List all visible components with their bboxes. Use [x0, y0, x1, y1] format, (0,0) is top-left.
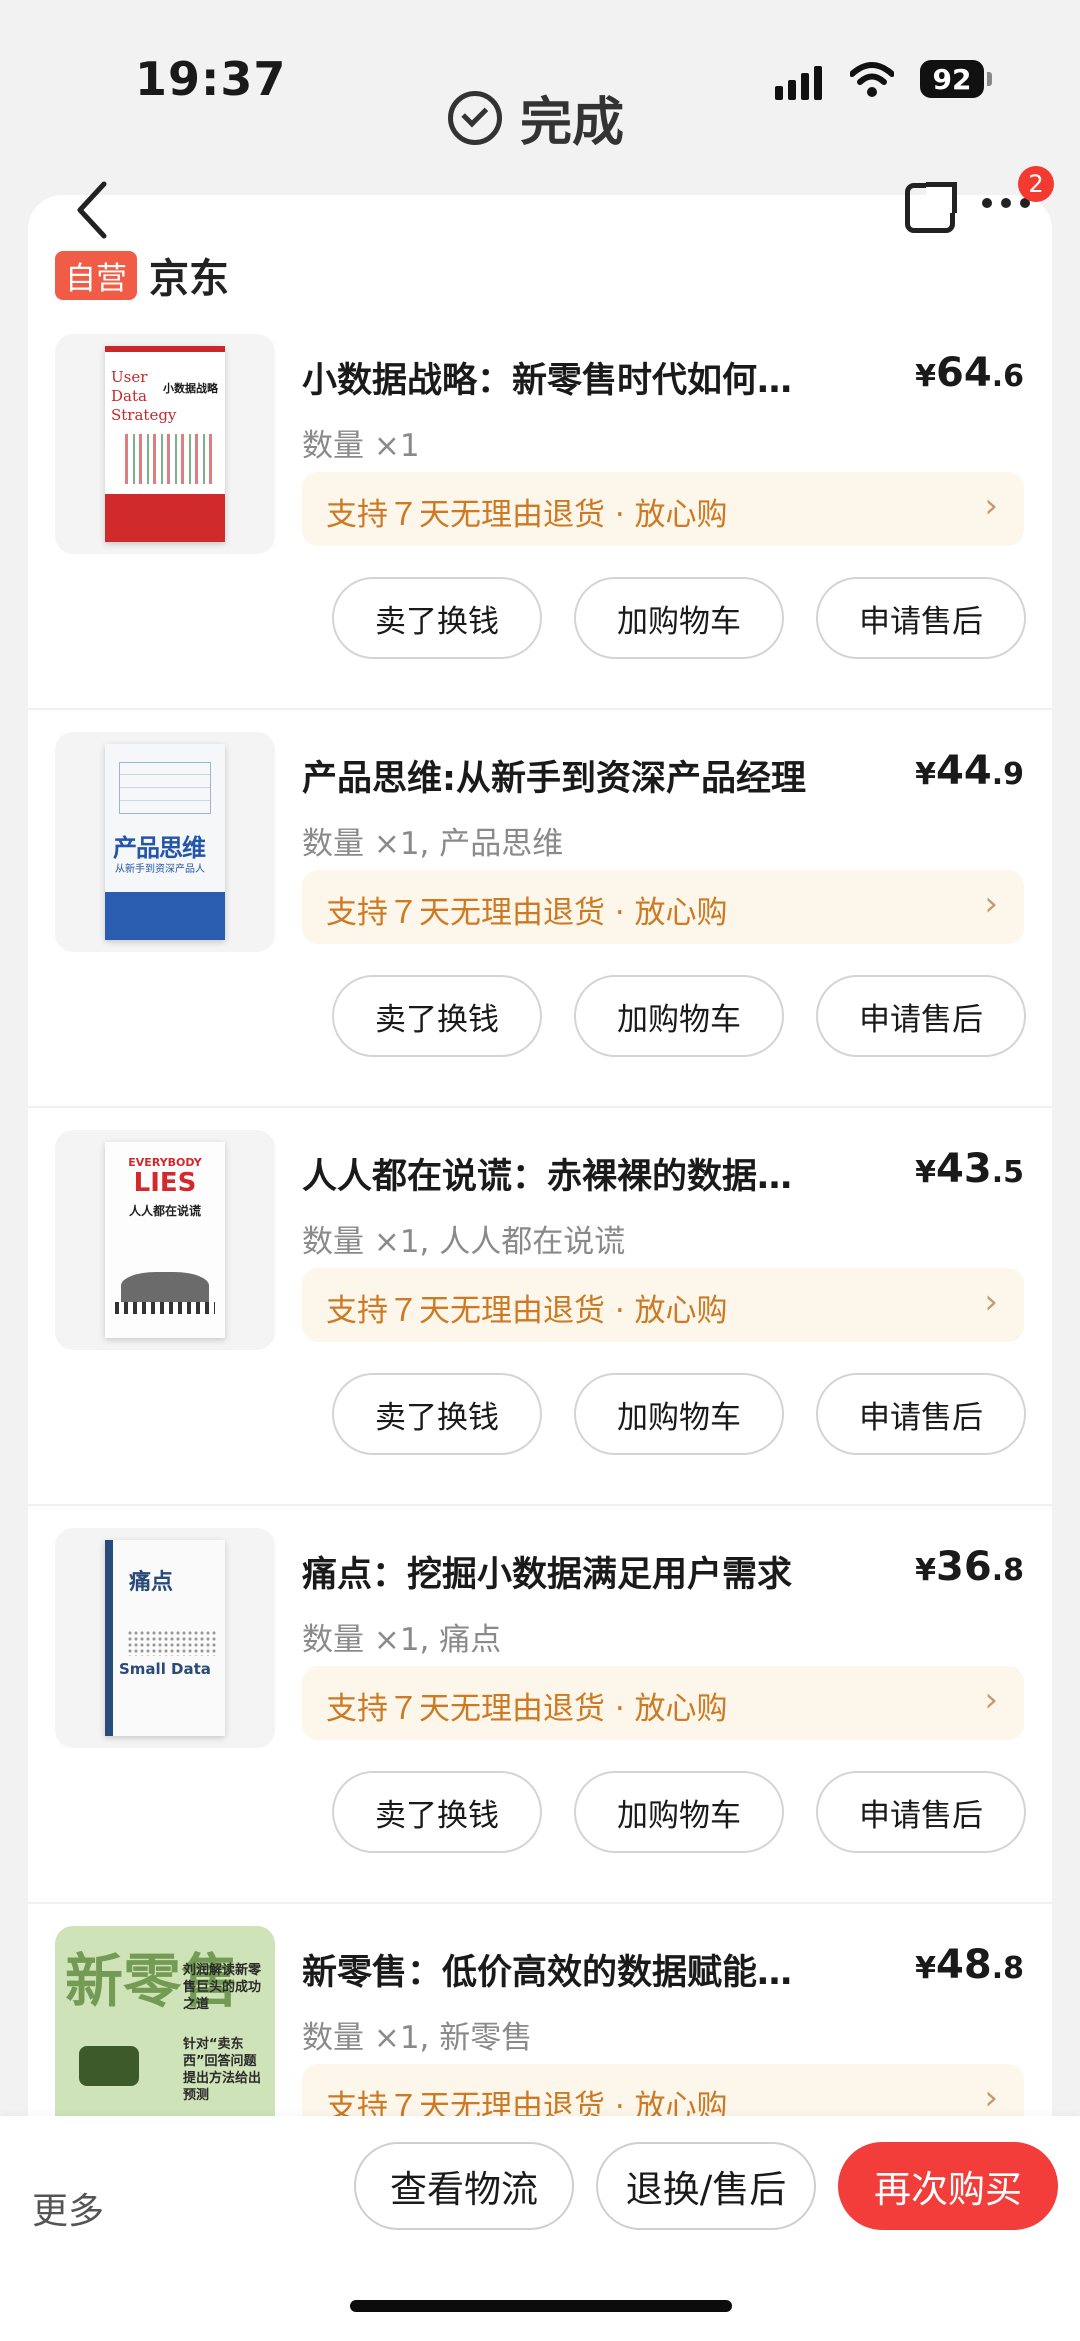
order-item: 痛点 Small Data 痛点：挖掘小数据满足用户需求 ¥36.8 数量 ×1… [28, 1506, 1052, 1904]
add-to-cart-button[interactable]: 加购物车 [574, 577, 784, 659]
product-thumbnail[interactable]: User Data Strategy 小数据战略 [55, 334, 275, 554]
check-circle-icon [448, 90, 502, 145]
more-icon[interactable] [982, 198, 1030, 208]
after-sales-button[interactable]: 申请售后 [816, 1373, 1026, 1455]
product-quantity: 数量 ×1, 新零售 [302, 2020, 533, 2056]
cover-title: 产品思维 [113, 834, 206, 862]
shop-header[interactable]: 自营 京东 [55, 246, 229, 304]
cover-text: 针对“卖东西”回答问题提出方法给出预测 [183, 2037, 262, 2103]
book-cover: 痛点 Small Data [105, 1540, 225, 1736]
return-policy-bar[interactable]: 支持７天无理由退货 · 放心购 › [302, 1666, 1024, 1740]
cover-title: 痛点 [129, 1569, 174, 1595]
add-to-cart-button[interactable]: 加购物车 [574, 1771, 784, 1853]
order-item: User Data Strategy 小数据战略 小数据战略：新零售时代如何… … [28, 312, 1052, 710]
product-thumbnail[interactable]: EVERYBODY LIES 人人都在说谎 [55, 1130, 275, 1350]
sell-button[interactable]: 卖了换钱 [332, 577, 542, 659]
product-quantity: 数量 ×1, 人人都在说谎 [302, 1224, 626, 1260]
price-decimal: .8 [991, 1553, 1024, 1588]
sell-button[interactable]: 卖了换钱 [332, 975, 542, 1057]
price-decimal: .6 [991, 359, 1024, 394]
price-currency: ¥ [915, 359, 937, 394]
cover-title: 人人都在说谎 [128, 1204, 201, 1218]
cover-text: 刘润解读新零售巨头的成功之道 [183, 1963, 262, 2012]
signal-icon [775, 64, 822, 100]
sell-button[interactable]: 卖了换钱 [332, 1771, 542, 1853]
book-cover: EVERYBODY LIES 人人都在说谎 [105, 1142, 225, 1338]
price-integer: 64 [936, 350, 992, 396]
book-cover: User Data Strategy 小数据战略 [105, 346, 225, 542]
return-policy-text: 支持７天无理由退货 · 放心购 [326, 895, 728, 931]
price-decimal: .9 [991, 757, 1024, 792]
product-thumbnail[interactable]: 痛点 Small Data [55, 1528, 275, 1748]
back-icon[interactable] [72, 180, 112, 240]
price-integer: 48 [936, 1942, 992, 1988]
after-sales-button[interactable]: 申请售后 [816, 577, 1026, 659]
buy-again-button[interactable]: 再次购买 [838, 2142, 1058, 2230]
return-policy-bar[interactable]: 支持７天无理由退货 · 放心购 › [302, 1268, 1024, 1342]
add-to-cart-button[interactable]: 加购物车 [574, 975, 784, 1057]
return-policy-text: 支持７天无理由退货 · 放心购 [326, 1691, 728, 1727]
product-price: ¥43.5 [915, 1146, 1024, 1192]
chevron-right-icon: › [984, 884, 998, 924]
cover-text: LIES [133, 1168, 197, 1198]
more-button[interactable]: 更多 [32, 2182, 104, 2234]
price-currency: ¥ [915, 757, 937, 792]
cover-text: Strategy [111, 406, 177, 424]
return-policy-bar[interactable]: 支持７天无理由退货 · 放心购 › [302, 472, 1024, 546]
notification-badge: 2 [1018, 166, 1054, 202]
price-currency: ¥ [915, 1951, 937, 1986]
return-policy-bar[interactable]: 支持７天无理由退货 · 放心购 › [302, 870, 1024, 944]
product-price: ¥44.9 [915, 748, 1024, 794]
after-sales-button[interactable]: 申请售后 [816, 975, 1026, 1057]
chevron-right-icon: › [984, 1680, 998, 1720]
product-title[interactable]: 人人都在说谎：赤裸裸的数据… [302, 1148, 872, 1199]
cover-title: 小数据战略 [163, 382, 218, 395]
wifi-icon [850, 62, 894, 97]
price-decimal: .8 [991, 1951, 1024, 1986]
chevron-right-icon: › [984, 486, 998, 526]
add-to-cart-button[interactable]: 加购物车 [574, 1373, 784, 1455]
status-time: 19:37 [135, 52, 287, 106]
product-quantity: 数量 ×1 [302, 428, 420, 464]
home-indicator[interactable] [350, 2300, 732, 2312]
book-cover: 产品思维 从新手到资深产品人 [105, 744, 225, 940]
product-price: ¥48.8 [915, 1942, 1024, 1988]
product-price: ¥36.8 [915, 1544, 1024, 1590]
price-integer: 36 [936, 1544, 992, 1590]
done-button[interactable]: 完成 [448, 80, 624, 155]
book-cover: 新零售 刘润解读新零售巨头的成功之道 针对“卖东西”回答问题提出方法给出预测 [55, 1926, 275, 2146]
done-label: 完成 [520, 93, 625, 153]
price-currency: ¥ [915, 1155, 937, 1190]
product-quantity: 数量 ×1, 痛点 [302, 1622, 502, 1658]
cover-subtitle: 从新手到资深产品人 [115, 864, 205, 875]
price-currency: ¥ [915, 1553, 937, 1588]
cover-text: Small Data [119, 1660, 211, 1678]
product-title[interactable]: 产品思维:从新手到资深产品经理 [302, 750, 872, 801]
sell-button[interactable]: 卖了换钱 [332, 1373, 542, 1455]
order-item: 产品思维 从新手到资深产品人 产品思维:从新手到资深产品经理 ¥44.9 数量 … [28, 710, 1052, 1108]
shop-name: 京东 [149, 256, 229, 302]
order-item: EVERYBODY LIES 人人都在说谎 人人都在说谎：赤裸裸的数据… ¥43… [28, 1108, 1052, 1506]
product-title[interactable]: 小数据战略：新零售时代如何… [302, 352, 872, 403]
battery-icon: 92 [920, 60, 992, 98]
product-title[interactable]: 痛点：挖掘小数据满足用户需求 [302, 1546, 872, 1597]
chevron-right-icon: › [984, 1282, 998, 1322]
product-thumbnail[interactable]: 产品思维 从新手到资深产品人 [55, 732, 275, 952]
share-icon[interactable] [905, 182, 957, 233]
price-integer: 43 [936, 1146, 992, 1192]
product-thumbnail[interactable]: 新零售 刘润解读新零售巨头的成功之道 针对“卖东西”回答问题提出方法给出预测 [55, 1926, 275, 2146]
price-integer: 44 [936, 748, 992, 794]
return-policy-text: 支持７天无理由退货 · 放心购 [326, 1293, 728, 1329]
price-decimal: .5 [991, 1155, 1024, 1190]
self-operated-tag: 自营 [55, 250, 137, 300]
return-after-sales-button[interactable]: 退换/售后 [596, 2142, 816, 2230]
return-policy-text: 支持７天无理由退货 · 放心购 [326, 497, 728, 533]
view-logistics-button[interactable]: 查看物流 [354, 2142, 574, 2230]
after-sales-button[interactable]: 申请售后 [816, 1771, 1026, 1853]
chevron-right-icon: › [984, 2078, 998, 2118]
status-bar: 19:37 完成 92 [0, 0, 1080, 170]
product-title[interactable]: 新零售：低价高效的数据赋能… [302, 1944, 872, 1995]
product-quantity: 数量 ×1, 产品思维 [302, 826, 564, 862]
product-price: ¥64.6 [915, 350, 1024, 396]
